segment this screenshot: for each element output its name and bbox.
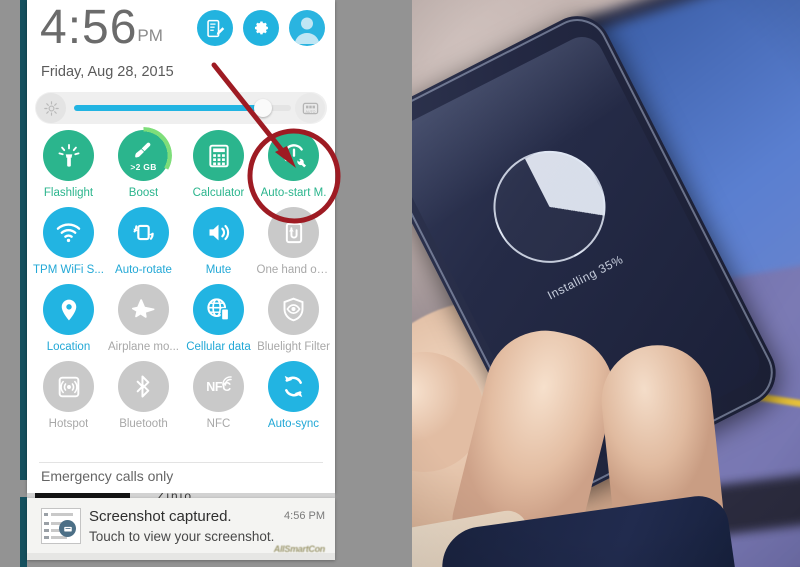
notification-title: Screenshot captured. bbox=[89, 508, 232, 525]
brightness-slider-fill bbox=[74, 105, 259, 111]
left-edge-strip-top bbox=[20, 0, 27, 480]
tile-label: Calculator bbox=[192, 187, 245, 199]
share-badge-icon bbox=[59, 520, 76, 537]
speaker-mute-icon bbox=[193, 207, 244, 258]
tile-hotspot[interactable]: Hotspot bbox=[31, 361, 106, 430]
notification-subtitle: Touch to view your screenshot. bbox=[89, 529, 275, 544]
clock[interactable]: 4:56PM bbox=[40, 3, 163, 61]
tile-label: Boost bbox=[128, 187, 159, 199]
brightness-row[interactable]: AUTO bbox=[35, 92, 327, 124]
date-label: Friday, Aug 28, 2015 bbox=[41, 64, 174, 80]
tile-mute[interactable]: Mute bbox=[181, 207, 256, 276]
tile-boost[interactable]: >2 GB Boost bbox=[106, 127, 181, 199]
tile-cellular-data[interactable]: Cellular data bbox=[181, 284, 256, 353]
tile-label: One hand op... bbox=[256, 264, 331, 276]
tile-label: Airplane mo... bbox=[108, 341, 179, 353]
phone-photo: Installing 35% bbox=[412, 0, 800, 567]
boost-badge: >2 GB bbox=[130, 162, 157, 172]
tile-calculator[interactable]: Calculator bbox=[181, 130, 256, 199]
user-avatar-icon[interactable] bbox=[289, 10, 325, 46]
tile-auto-sync[interactable]: Auto-sync bbox=[256, 361, 331, 430]
wifi-icon bbox=[43, 207, 94, 258]
tile-bluelight-filter[interactable]: Bluelight Filter bbox=[256, 284, 331, 353]
cellular-data-icon bbox=[193, 284, 244, 335]
tile-label: TPM WiFi S... bbox=[33, 264, 104, 276]
nfc-icon: NFC bbox=[193, 361, 244, 412]
watermark: AllSmartCon bbox=[273, 544, 326, 554]
tile-auto-rotate[interactable]: Auto-rotate bbox=[106, 207, 181, 276]
tile-label: Auto-start M. bbox=[260, 187, 327, 199]
hotspot-icon bbox=[43, 361, 94, 412]
tile-location[interactable]: Location bbox=[31, 284, 106, 353]
carrier-status: Emergency calls only bbox=[41, 468, 174, 484]
tile-auto-start-manager[interactable]: Auto-start M. bbox=[256, 130, 331, 199]
flashlight-icon bbox=[43, 130, 94, 181]
quick-settings-tiles: Flashlight >2 GB Boost Calculator Auto-s… bbox=[31, 127, 331, 430]
auto-sync-icon bbox=[268, 361, 319, 412]
left-edge-strip-bottom bbox=[20, 497, 27, 567]
svg-text:AUTO: AUTO bbox=[305, 109, 315, 113]
notification-footer bbox=[27, 553, 335, 560]
tile-label: Cellular data bbox=[186, 341, 251, 353]
brightness-slider-knob[interactable] bbox=[254, 99, 273, 117]
settings-gear-icon[interactable] bbox=[243, 10, 279, 46]
tile-tpm-wifi[interactable]: TPM WiFi S... bbox=[31, 207, 106, 276]
boost-brush-icon: >2 GB bbox=[115, 127, 172, 184]
quick-note-icon[interactable] bbox=[197, 10, 233, 46]
brightness-slider[interactable] bbox=[74, 99, 291, 117]
boost-progress-ring bbox=[115, 127, 172, 184]
clock-ampm: PM bbox=[137, 26, 163, 45]
bluetooth-icon bbox=[118, 361, 169, 412]
tile-label: Bluelight Filter bbox=[257, 341, 330, 353]
clock-time: 4:56 bbox=[40, 1, 138, 54]
panel-divider bbox=[39, 462, 323, 463]
location-pin-icon bbox=[43, 284, 94, 335]
header-icon-row bbox=[197, 10, 325, 46]
calculator-icon bbox=[193, 130, 244, 181]
tile-label: Auto-rotate bbox=[115, 264, 172, 276]
tile-label: Flashlight bbox=[43, 187, 94, 199]
tile-flashlight[interactable]: Flashlight bbox=[31, 130, 106, 199]
quick-settings-panel: 4:56PM Friday, Aug 28, 2015 AUTO Flashli… bbox=[27, 0, 335, 493]
tile-label: NFC bbox=[206, 418, 231, 430]
auto-rotate-icon bbox=[118, 207, 169, 258]
tile-bluetooth[interactable]: Bluetooth bbox=[106, 361, 181, 430]
auto-brightness-icon[interactable]: AUTO bbox=[295, 93, 325, 123]
tile-label: Auto-sync bbox=[267, 418, 320, 430]
auto-start-manager-icon bbox=[268, 130, 319, 181]
tile-airplane-mode[interactable]: Airplane mo... bbox=[106, 284, 181, 353]
tile-label: Location bbox=[46, 341, 91, 353]
brightness-icon[interactable] bbox=[36, 93, 66, 123]
screenshot-root: 4:56PM Friday, Aug 28, 2015 AUTO Flashli… bbox=[0, 0, 800, 567]
tile-label: Bluetooth bbox=[119, 418, 168, 430]
tile-label: Mute bbox=[205, 264, 232, 276]
tile-one-hand-operation[interactable]: One hand op... bbox=[256, 207, 331, 276]
screenshot-notification-card[interactable]: Screenshot captured. Touch to view your … bbox=[27, 498, 335, 560]
notification-time: 4:56 PM bbox=[284, 510, 325, 522]
tile-nfc[interactable]: NFC NFC bbox=[181, 361, 256, 430]
panel-header: 4:56PM Friday, Aug 28, 2015 bbox=[27, 0, 335, 90]
bluelight-filter-shield-icon bbox=[268, 284, 319, 335]
tile-label: Hotspot bbox=[48, 418, 89, 430]
airplane-icon bbox=[118, 284, 169, 335]
one-hand-operation-icon bbox=[268, 207, 319, 258]
